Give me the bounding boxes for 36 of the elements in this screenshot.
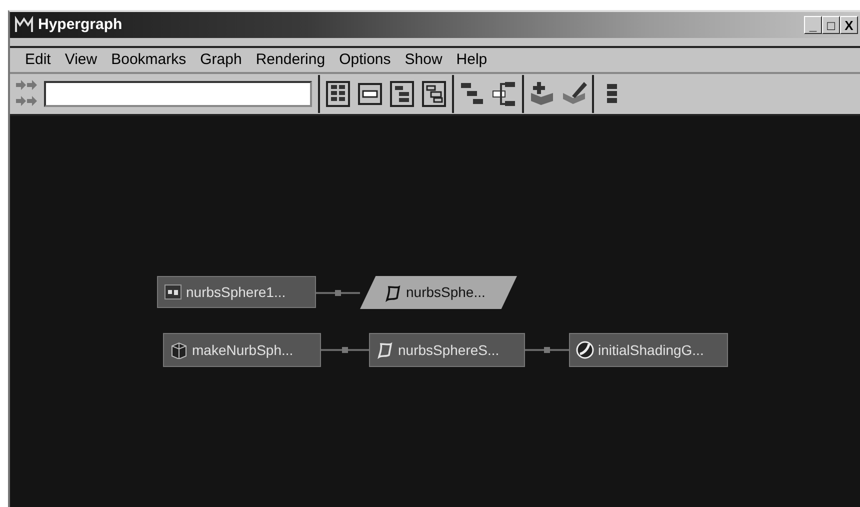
menu-item[interactable]: Help	[449, 48, 494, 72]
search-field[interactable]	[44, 81, 312, 107]
curve-icon	[384, 284, 402, 302]
menu-item[interactable]: Options	[332, 48, 398, 72]
hierarchy-button[interactable]	[490, 79, 518, 109]
graph-node[interactable]: nurbsSphere1...	[157, 276, 316, 308]
connector	[316, 290, 360, 296]
graph-node[interactable]: nurbsSphereS...	[369, 333, 525, 367]
tree-button[interactable]	[420, 79, 448, 109]
graph-node[interactable]: makeNurbSph...	[163, 333, 321, 367]
connector	[525, 347, 569, 353]
transform-icon	[164, 283, 182, 301]
graph-node[interactable]: nurbsSphe...	[360, 276, 517, 309]
close-button[interactable]: X	[840, 16, 858, 34]
tree-button[interactable]	[324, 79, 352, 109]
menu-item[interactable]: Rendering	[248, 48, 332, 72]
curve-icon	[376, 341, 394, 359]
menu-item[interactable]: View	[58, 48, 104, 72]
app-logo-icon	[14, 16, 34, 34]
hierarchy-icon	[490, 79, 518, 109]
connections-icon[interactable]	[14, 79, 40, 109]
tree-icon	[388, 79, 416, 109]
menu-item[interactable]: Edit	[18, 48, 58, 72]
minimize-button[interactable]: _	[804, 16, 822, 34]
menu-item[interactable]: Show	[398, 48, 450, 72]
menu-item[interactable]: Graph	[193, 48, 249, 72]
maximize-button[interactable]: □	[822, 16, 840, 34]
tree-icon	[324, 79, 352, 109]
menu-item[interactable]: Bookmarks	[104, 48, 194, 72]
sphere-icon	[576, 341, 594, 359]
connector	[321, 347, 369, 353]
tree-icon	[420, 79, 448, 109]
window-title: Hypergraph	[38, 14, 122, 35]
tree-button[interactable]	[388, 79, 416, 109]
cube-icon	[170, 341, 188, 359]
graph-node[interactable]: initialShadingG...	[569, 333, 728, 367]
